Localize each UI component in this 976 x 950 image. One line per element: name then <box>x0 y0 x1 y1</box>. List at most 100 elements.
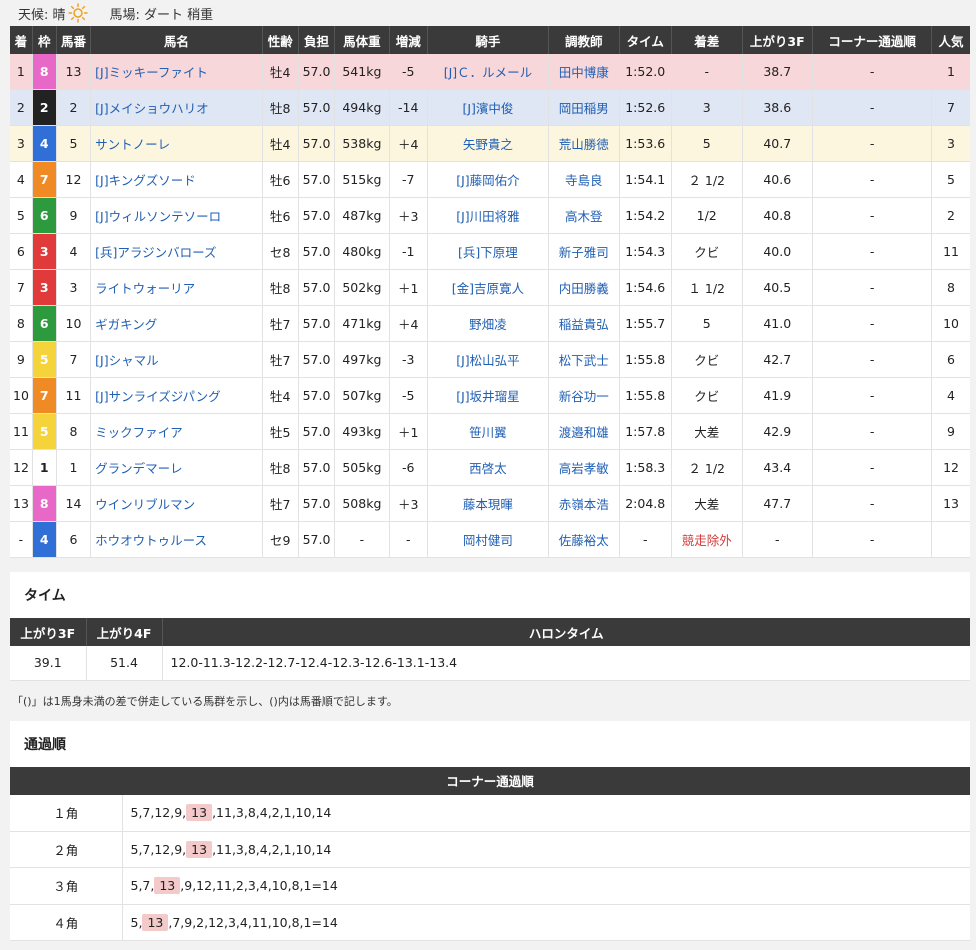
waku-number: 7 <box>32 162 56 197</box>
trainer-link[interactable]: 寺島良 <box>565 173 603 188</box>
time-section-title: タイム <box>24 588 66 604</box>
cell-jockey: 藤本現暉 <box>427 485 549 522</box>
cell-sex: 牡8 <box>262 269 299 306</box>
horse-link[interactable]: [J]ウィルソンテソーロ <box>95 209 221 224</box>
trainer-link[interactable]: 高木登 <box>565 209 603 224</box>
horse-link[interactable]: サントノーレ <box>95 137 170 152</box>
trainer-link[interactable]: 岡田稲男 <box>559 101 609 116</box>
results-header-11: 着差 <box>671 26 743 54</box>
highlighted-horse: 13 <box>142 913 169 931</box>
cell-pop: 12 <box>931 449 970 486</box>
waku-number: 6 <box>32 198 56 233</box>
trainer-link[interactable]: 渡邉和雄 <box>559 425 609 440</box>
trainer-link[interactable]: 田中博康 <box>559 65 609 80</box>
cell-jockey: [兵]下原理 <box>427 233 549 270</box>
cell-weight: 57.0 <box>298 449 336 486</box>
jockey-link[interactable]: [J]川田将雅 <box>456 209 519 224</box>
cell-f3: 40.7 <box>742 125 814 162</box>
cell-horse: ホウオウトゥルース <box>90 521 263 558</box>
horse-link[interactable]: グランデマーレ <box>95 461 183 476</box>
results-header-0: 着 <box>10 26 33 54</box>
cell-jockey: [J]藤岡佑介 <box>427 161 549 198</box>
cell-jockey: 笹川翼 <box>427 413 549 450</box>
horse-link[interactable]: [J]キングズソード <box>95 173 196 188</box>
horse-link[interactable]: [兵]アラジンバローズ <box>95 245 216 260</box>
horse-link[interactable]: ライトウォーリア <box>95 281 195 296</box>
waku-badge: 3 <box>32 269 57 306</box>
horse-link[interactable]: ミックファイア <box>95 425 183 440</box>
cell-num: 8 <box>56 413 92 450</box>
trainer-link[interactable]: 赤嶺本浩 <box>559 497 609 512</box>
cell-corner: - <box>812 89 933 126</box>
cell-num: 11 <box>56 377 92 414</box>
trainer-link[interactable]: 荒山勝徳 <box>559 137 609 152</box>
cell-horse: [J]シャマル <box>90 341 263 378</box>
jockey-link[interactable]: [兵]下原理 <box>458 245 518 260</box>
waku-badge: 5 <box>32 341 57 378</box>
cell-time: 1:54.3 <box>619 233 672 270</box>
cell-horse: [J]サンライズジパング <box>90 377 263 414</box>
cell-sex: セ8 <box>262 233 299 270</box>
cell-sex: 牡4 <box>262 377 299 414</box>
corner-header: コーナー通過順 <box>10 766 970 795</box>
cell-corner: - <box>812 413 933 450</box>
horse-link[interactable]: [J]ミッキーファイト <box>95 65 208 80</box>
order-before: 5,7,12,9, <box>130 805 187 820</box>
result-row: -4 6 ホウオウトゥルース セ9 57.0- - 岡村健司 佐藤裕太 - 競走除外 - - <box>10 521 970 558</box>
time-table: 上がり3F 上がり4F ハロンタイム 39.1 51.4 12.0-11.3-1… <box>10 618 970 681</box>
order-before: 5,7,12,9, <box>130 841 187 857</box>
cell-pop: 3 <box>931 125 970 162</box>
horse-link[interactable]: ギガキング <box>95 317 157 332</box>
horse-link[interactable]: ホウオウトゥルース <box>95 533 207 548</box>
trainer-link[interactable]: 高岩孝敏 <box>559 461 609 476</box>
cell-pos: 13 <box>10 485 33 522</box>
jockey-link[interactable]: 笹川翼 <box>469 425 507 440</box>
cell-pos: 4 <box>10 161 33 198</box>
cell-horse: サントノーレ <box>90 125 263 162</box>
cell-trainer: 寺島良 <box>548 161 620 198</box>
jockey-link[interactable]: 矢野貴之 <box>463 137 513 152</box>
result-row: 10 7 11 [J]サンライズジパング 牡4 57.0 507kg -5 [J]坂井瑠星 新谷功… <box>10 377 970 414</box>
jockey-link[interactable]: [J]松山弘平 <box>456 353 519 368</box>
trainer-link[interactable]: 新谷功一 <box>559 389 609 404</box>
trainer-link[interactable]: 内田勝義 <box>559 281 609 296</box>
cell-margin: 大差 <box>671 485 743 522</box>
cell-margin: １ 1/2 <box>671 269 743 306</box>
horse-link[interactable]: ウインリブルマン <box>95 497 195 512</box>
jockey-link[interactable]: 野畑凌 <box>469 317 507 332</box>
cell-trainer: 荒山勝徳 <box>548 125 620 162</box>
jockey-link[interactable]: 西啓太 <box>469 461 507 476</box>
horse-link[interactable]: [J]メイショウハリオ <box>95 101 208 116</box>
trainer-link[interactable]: 松下武士 <box>559 353 609 368</box>
cell-margin: 大差 <box>671 413 743 450</box>
trainer-link[interactable]: 新子雅司 <box>559 245 609 260</box>
cell-time: 1:55.7 <box>619 305 672 342</box>
corner-order: 5, 13,7,9,2,12,3,4,11,10,8,1=14 <box>122 904 970 941</box>
time-row: 39.1 51.4 12.0-11.3-12.2-12.7-12.4-12.3-… <box>10 646 970 681</box>
cell-f3: 40.6 <box>742 161 814 198</box>
cell-weight: 57.0 <box>298 233 336 270</box>
cell-corner: - <box>812 125 933 162</box>
jockey-link[interactable]: [J]藤岡佑介 <box>456 173 519 188</box>
cell-trainer: 赤嶺本浩 <box>548 485 620 522</box>
waku-number: 6 <box>32 306 56 341</box>
time-header-f3: 上がり3F <box>10 618 87 646</box>
cell-diff: ＋3 <box>389 485 428 522</box>
jockey-link[interactable]: 岡村健司 <box>463 533 513 548</box>
trainer-link[interactable]: 佐藤裕太 <box>559 533 609 548</box>
jockey-link[interactable]: [J]Ｃ．ルメール <box>444 65 532 80</box>
cell-weight: 57.0 <box>298 413 336 450</box>
trainer-link[interactable]: 稲益貴弘 <box>559 317 609 332</box>
jockey-link[interactable]: [J]坂井瑠星 <box>456 389 519 404</box>
horse-link[interactable]: [J]シャマル <box>95 353 158 368</box>
result-row: 11 5 8 ミックファイア 牡5 57.0 493kg ＋1 笹川翼 渡邉和雄 1:57.8 大差 4… <box>10 413 970 450</box>
jockey-link[interactable]: 藤本現暉 <box>463 497 513 512</box>
cell-jockey: 西啓太 <box>427 449 549 486</box>
time-f4-value: 51.4 <box>86 646 163 681</box>
cell-trainer: 新子雅司 <box>548 233 620 270</box>
cell-margin: 5 <box>671 125 743 162</box>
time-header-f4: 上がり4F <box>86 618 163 646</box>
jockey-link[interactable]: [金]吉原寛人 <box>452 281 524 296</box>
jockey-link[interactable]: [J]濱中俊 <box>462 101 513 116</box>
horse-link[interactable]: [J]サンライズジパング <box>95 389 220 404</box>
